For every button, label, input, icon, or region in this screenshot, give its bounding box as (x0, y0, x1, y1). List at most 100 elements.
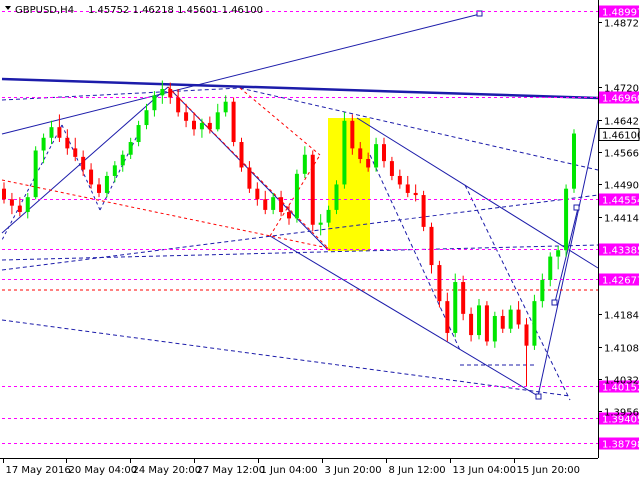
candle-body (492, 315, 497, 342)
candle-body (247, 167, 252, 189)
candle-body (437, 265, 442, 302)
time-tick-label: 15 Jun 20:00 (517, 465, 581, 476)
ohlc-label: 1.45752 1.46218 1.45601 1.46100 (88, 5, 263, 16)
candle-body (389, 161, 394, 176)
candle-body (516, 309, 521, 325)
candle-body (564, 188, 569, 251)
time-tick-label: 17 May 2016 (6, 465, 71, 476)
candle-body (65, 137, 70, 149)
candle-body (318, 222, 323, 225)
price-tick-label: 1.4872 (604, 19, 639, 30)
candle-body (334, 184, 339, 210)
candle-body (484, 305, 489, 342)
candle-body (160, 88, 165, 96)
candle-body (255, 188, 260, 200)
price-tick-label: 1.4490 (604, 181, 639, 192)
anchor-marker-mid (551, 299, 558, 306)
time-tick-label: 27 May 12:00 (197, 465, 266, 476)
anchor-marker-bottom (535, 393, 542, 400)
price-tick-label: 1.4566 (604, 149, 639, 160)
candle-body (199, 122, 204, 130)
chart-background (0, 0, 640, 480)
candle-body (104, 175, 109, 193)
candle-body (358, 148, 363, 159)
candle-body (382, 144, 386, 162)
candle-body (239, 142, 244, 168)
price-tick-label: 1.4414 (604, 214, 639, 225)
chart-header: GBPUSD,H4 1.45752 1.46218 1.45601 1.4610… (5, 5, 263, 16)
current-price-label: 1.46100 (602, 131, 640, 142)
candle-body (397, 175, 402, 185)
candle-body (144, 110, 149, 126)
candle-body (500, 315, 505, 329)
candle-body (477, 305, 481, 336)
candle-body (136, 125, 141, 143)
price-tick-label: 1.4642 (604, 117, 639, 128)
price-tick-label: 1.4108 (604, 344, 639, 355)
price-level-label: 1.48997 (602, 8, 640, 19)
candle-body (168, 88, 173, 98)
anchor-marker-right (573, 204, 580, 211)
price-chart: 1.489971.469601.445541.433851.426771.401… (0, 0, 640, 480)
candle-body (81, 156, 86, 170)
candle-body (453, 282, 458, 333)
candle-body (176, 97, 181, 113)
candle-body (25, 197, 30, 213)
candle-body (342, 120, 347, 185)
symbol-label: GBPUSD,H4 (15, 5, 74, 16)
candle-body (271, 197, 276, 210)
candle-body (540, 279, 545, 302)
candle-body (429, 226, 434, 266)
candle-body (223, 101, 228, 113)
price-level-label: 1.43385 (602, 246, 640, 257)
candle-body (374, 144, 379, 168)
candle-body (97, 184, 101, 193)
candle-body (207, 122, 212, 130)
candle-body (2, 188, 6, 200)
candle-body (421, 195, 426, 227)
candle-body (184, 112, 189, 121)
candle-body (41, 137, 46, 151)
candle-body (556, 250, 561, 257)
price-level-label: 1.38798 (602, 440, 640, 451)
price-tick-label: 1.3956 (604, 408, 639, 419)
candle-body (302, 154, 307, 174)
candle-body (215, 112, 220, 130)
candle-body (112, 165, 117, 176)
candle-body (192, 120, 196, 130)
time-tick-label: 13 Jun 04:00 (453, 465, 517, 476)
candle-body (89, 169, 94, 185)
candle-body (152, 95, 157, 111)
price-level-label: 1.42677 (602, 276, 640, 287)
price-level-label: 1.44554 (602, 196, 640, 207)
candle-body (128, 142, 133, 155)
candle-body (120, 154, 125, 166)
time-tick-label: 3 Jun 20:00 (325, 465, 382, 476)
candle-body (532, 301, 537, 346)
candle-body (461, 282, 466, 314)
candle-body (508, 309, 513, 329)
candle-body (445, 301, 450, 333)
candle-body (294, 173, 299, 219)
time-tick-label: 24 May 20:00 (133, 465, 202, 476)
price-level-label: 1.46960 (602, 94, 640, 105)
candle-body (73, 148, 78, 157)
candle-body (405, 184, 410, 193)
candle-body (231, 101, 236, 143)
time-tick-label: 8 Jun 12:00 (389, 465, 446, 476)
candle-body (17, 205, 22, 213)
candle-body (49, 127, 54, 138)
candle-body (326, 209, 331, 223)
candle-body (524, 324, 529, 346)
candle-body (310, 154, 315, 225)
time-tick-label: 20 May 04:00 (69, 465, 138, 476)
candle-body (279, 197, 284, 213)
price-tick-label: 1.4720 (604, 84, 639, 95)
candle-body (350, 120, 355, 149)
candle-body (548, 256, 553, 280)
time-tick-label: 1 Jun 04:00 (261, 465, 318, 476)
candle-body (9, 199, 14, 206)
highlight-zone (328, 118, 370, 251)
candle-body (57, 127, 62, 138)
price-tick-label: 1.4032 (604, 376, 639, 387)
